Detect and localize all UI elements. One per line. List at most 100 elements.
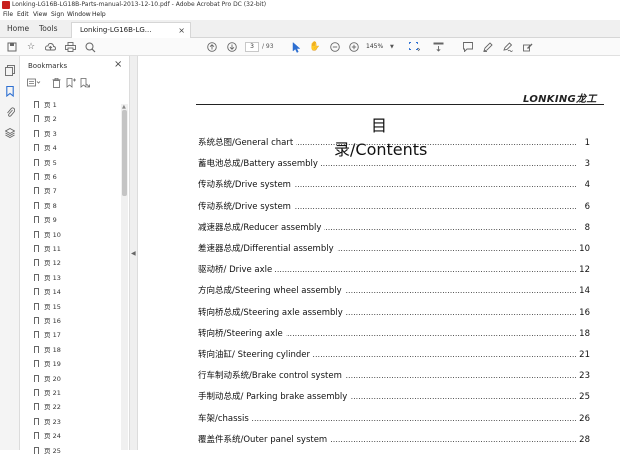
bookmark-icon — [34, 389, 39, 396]
bookmark-label: 页 14 — [44, 288, 61, 297]
previous-page-icon[interactable] — [206, 41, 218, 53]
toc-entry[interactable]: ........................................… — [198, 199, 590, 214]
toc-entry-page: 16 — [577, 305, 590, 320]
toc-entry-title: 转向桥总成/Steering axle assembly — [198, 305, 346, 320]
toc-entry-page: 28 — [577, 432, 590, 447]
toc-entry-page: 21 — [577, 348, 590, 362]
bookmark-label: 页 9 — [44, 216, 57, 225]
bookmark-label: 页 13 — [44, 273, 61, 282]
toc-entry[interactable]: ........................................… — [198, 305, 590, 320]
page-number-input[interactable]: 3 — [245, 42, 259, 52]
toc-entry[interactable]: ........................................… — [198, 242, 590, 256]
bookmark-label: 页 1 — [44, 101, 57, 109]
bookmark-label: 页 12 — [44, 259, 61, 268]
menu-sign[interactable]: Sign — [51, 10, 64, 20]
toc-entry-page: 3 — [582, 157, 590, 172]
bookmarks-toolbar — [24, 77, 124, 93]
acrobat-icon — [2, 1, 10, 9]
delete-bookmark-icon[interactable] — [52, 77, 61, 93]
toolbar: ☆ 3 / 93 ✋ 145% ▼ — [0, 38, 620, 56]
toc-entry[interactable]: ........................................… — [198, 284, 590, 299]
star-icon[interactable]: ☆ — [25, 41, 37, 53]
menu-file[interactable]: File — [3, 10, 13, 20]
toc-entry[interactable]: ........................................… — [198, 136, 590, 150]
bookmark-icon — [34, 230, 39, 238]
marquee-zoom-icon[interactable] — [408, 41, 420, 53]
bookmark-label: 页 17 — [44, 331, 61, 340]
upload-icon[interactable] — [44, 41, 56, 53]
toc-entry[interactable]: ........................................… — [198, 157, 590, 172]
toc-entry-title: 差速器总成/Differential assembly — [198, 242, 337, 256]
toc-entry[interactable]: ........................................… — [198, 326, 590, 341]
bookmark-label: 页 11 — [44, 245, 61, 253]
bookmark-label: 页 15 — [44, 302, 61, 311]
toc-entry[interactable]: ........................................… — [198, 220, 590, 235]
tab-close-icon[interactable]: × — [178, 23, 185, 38]
toc-entry[interactable]: ........................................… — [198, 432, 590, 447]
bookmarks-scrollbar[interactable]: ▲ — [121, 104, 128, 450]
page-thumbnails-icon[interactable] — [4, 65, 16, 77]
attachment-icon[interactable] — [4, 107, 16, 119]
window-title: Lonking-LG16B-LG18B-Parts-manual-2013-12… — [12, 1, 267, 8]
toc-entry-page: 18 — [577, 326, 590, 341]
toc-entry[interactable]: ........................................… — [198, 369, 590, 384]
save-icon[interactable] — [6, 41, 18, 53]
bookmark-icon — [34, 201, 39, 209]
next-page-icon[interactable] — [226, 41, 238, 53]
highlight-pen-icon[interactable] — [482, 41, 494, 53]
bookmark-label: 页 7 — [44, 187, 57, 196]
zoom-out-icon[interactable] — [329, 41, 341, 53]
draw-sign-icon[interactable] — [502, 41, 514, 53]
tab-tools[interactable]: Tools — [39, 20, 57, 38]
tab-document[interactable]: Lonking-LG16B-LG... × — [71, 22, 191, 38]
toc-entry-page: 1 — [582, 136, 590, 150]
toc-entry-title: 转向油缸/ Steering cylinder — [198, 348, 314, 362]
collapse-panel-icon[interactable]: ◀ — [131, 250, 136, 257]
tab-home[interactable]: Home — [7, 20, 29, 38]
toc-entry[interactable]: ........................................… — [198, 390, 590, 405]
comment-icon[interactable] — [462, 41, 474, 53]
navigation-rail — [0, 56, 20, 450]
bookmark-label: 页 2 — [44, 115, 57, 124]
search-icon[interactable] — [84, 41, 96, 53]
menu-edit[interactable]: Edit — [17, 10, 29, 20]
menu-view[interactable]: View — [33, 10, 47, 20]
toc-entry[interactable]: ........................................… — [198, 411, 590, 426]
bookmark-icon — [34, 158, 39, 166]
toc-entry-title: 蓄电池总成/Battery assembly — [198, 157, 321, 172]
document-view[interactable]: LONKING龙工 目录/Contents ..................… — [138, 56, 620, 450]
new-bookmark-icon[interactable] — [66, 78, 76, 93]
bookmark-icon — [34, 259, 39, 267]
scrolling-mode-icon[interactable] — [432, 41, 444, 53]
bookmark-options-icon[interactable] — [27, 78, 41, 92]
toc-entry[interactable]: ........................................… — [198, 178, 590, 193]
layers-icon[interactable] — [4, 127, 16, 140]
hand-tool-icon[interactable]: ✋ — [309, 41, 321, 53]
bookmark-label: 页 16 — [44, 317, 61, 325]
toc-entry[interactable]: ........................................… — [198, 348, 590, 362]
fill-sign-icon[interactable] — [522, 41, 534, 53]
zoom-in-icon[interactable] — [348, 41, 360, 53]
toc-leader-dots: ........................................… — [198, 413, 576, 423]
bookmark-icon — [34, 417, 39, 425]
bookmark-icon — [34, 245, 39, 252]
toc-entry-title: 覆盖件系统/Outer panel system — [198, 432, 331, 447]
zoom-select[interactable]: 145% ▼ — [366, 42, 396, 52]
bookmark-panel-icon[interactable] — [4, 85, 16, 98]
select-cursor-icon[interactable] — [290, 41, 302, 53]
bookmark-icon — [34, 173, 39, 180]
toc-entry-page: 6 — [582, 199, 590, 214]
toc-entry-title: 传动系统/Drive system — [198, 199, 294, 214]
expand-bookmark-icon[interactable] — [80, 78, 90, 93]
panel-splitter[interactable]: ◀ — [130, 56, 138, 450]
bookmarks-close-icon[interactable]: × — [114, 59, 122, 70]
toc-entry-page: 26 — [577, 411, 590, 426]
menu-help[interactable]: Help — [92, 10, 106, 20]
bookmark-label: 页 19 — [44, 360, 61, 369]
print-icon[interactable] — [64, 41, 76, 53]
scrollbar-thumb[interactable] — [122, 110, 127, 196]
toc-entry[interactable]: ........................................… — [198, 263, 590, 278]
menu-window[interactable]: Window — [67, 10, 91, 20]
lonking-logo: LONKING龙工 — [523, 94, 597, 105]
toc-entry-page: 25 — [577, 390, 590, 405]
